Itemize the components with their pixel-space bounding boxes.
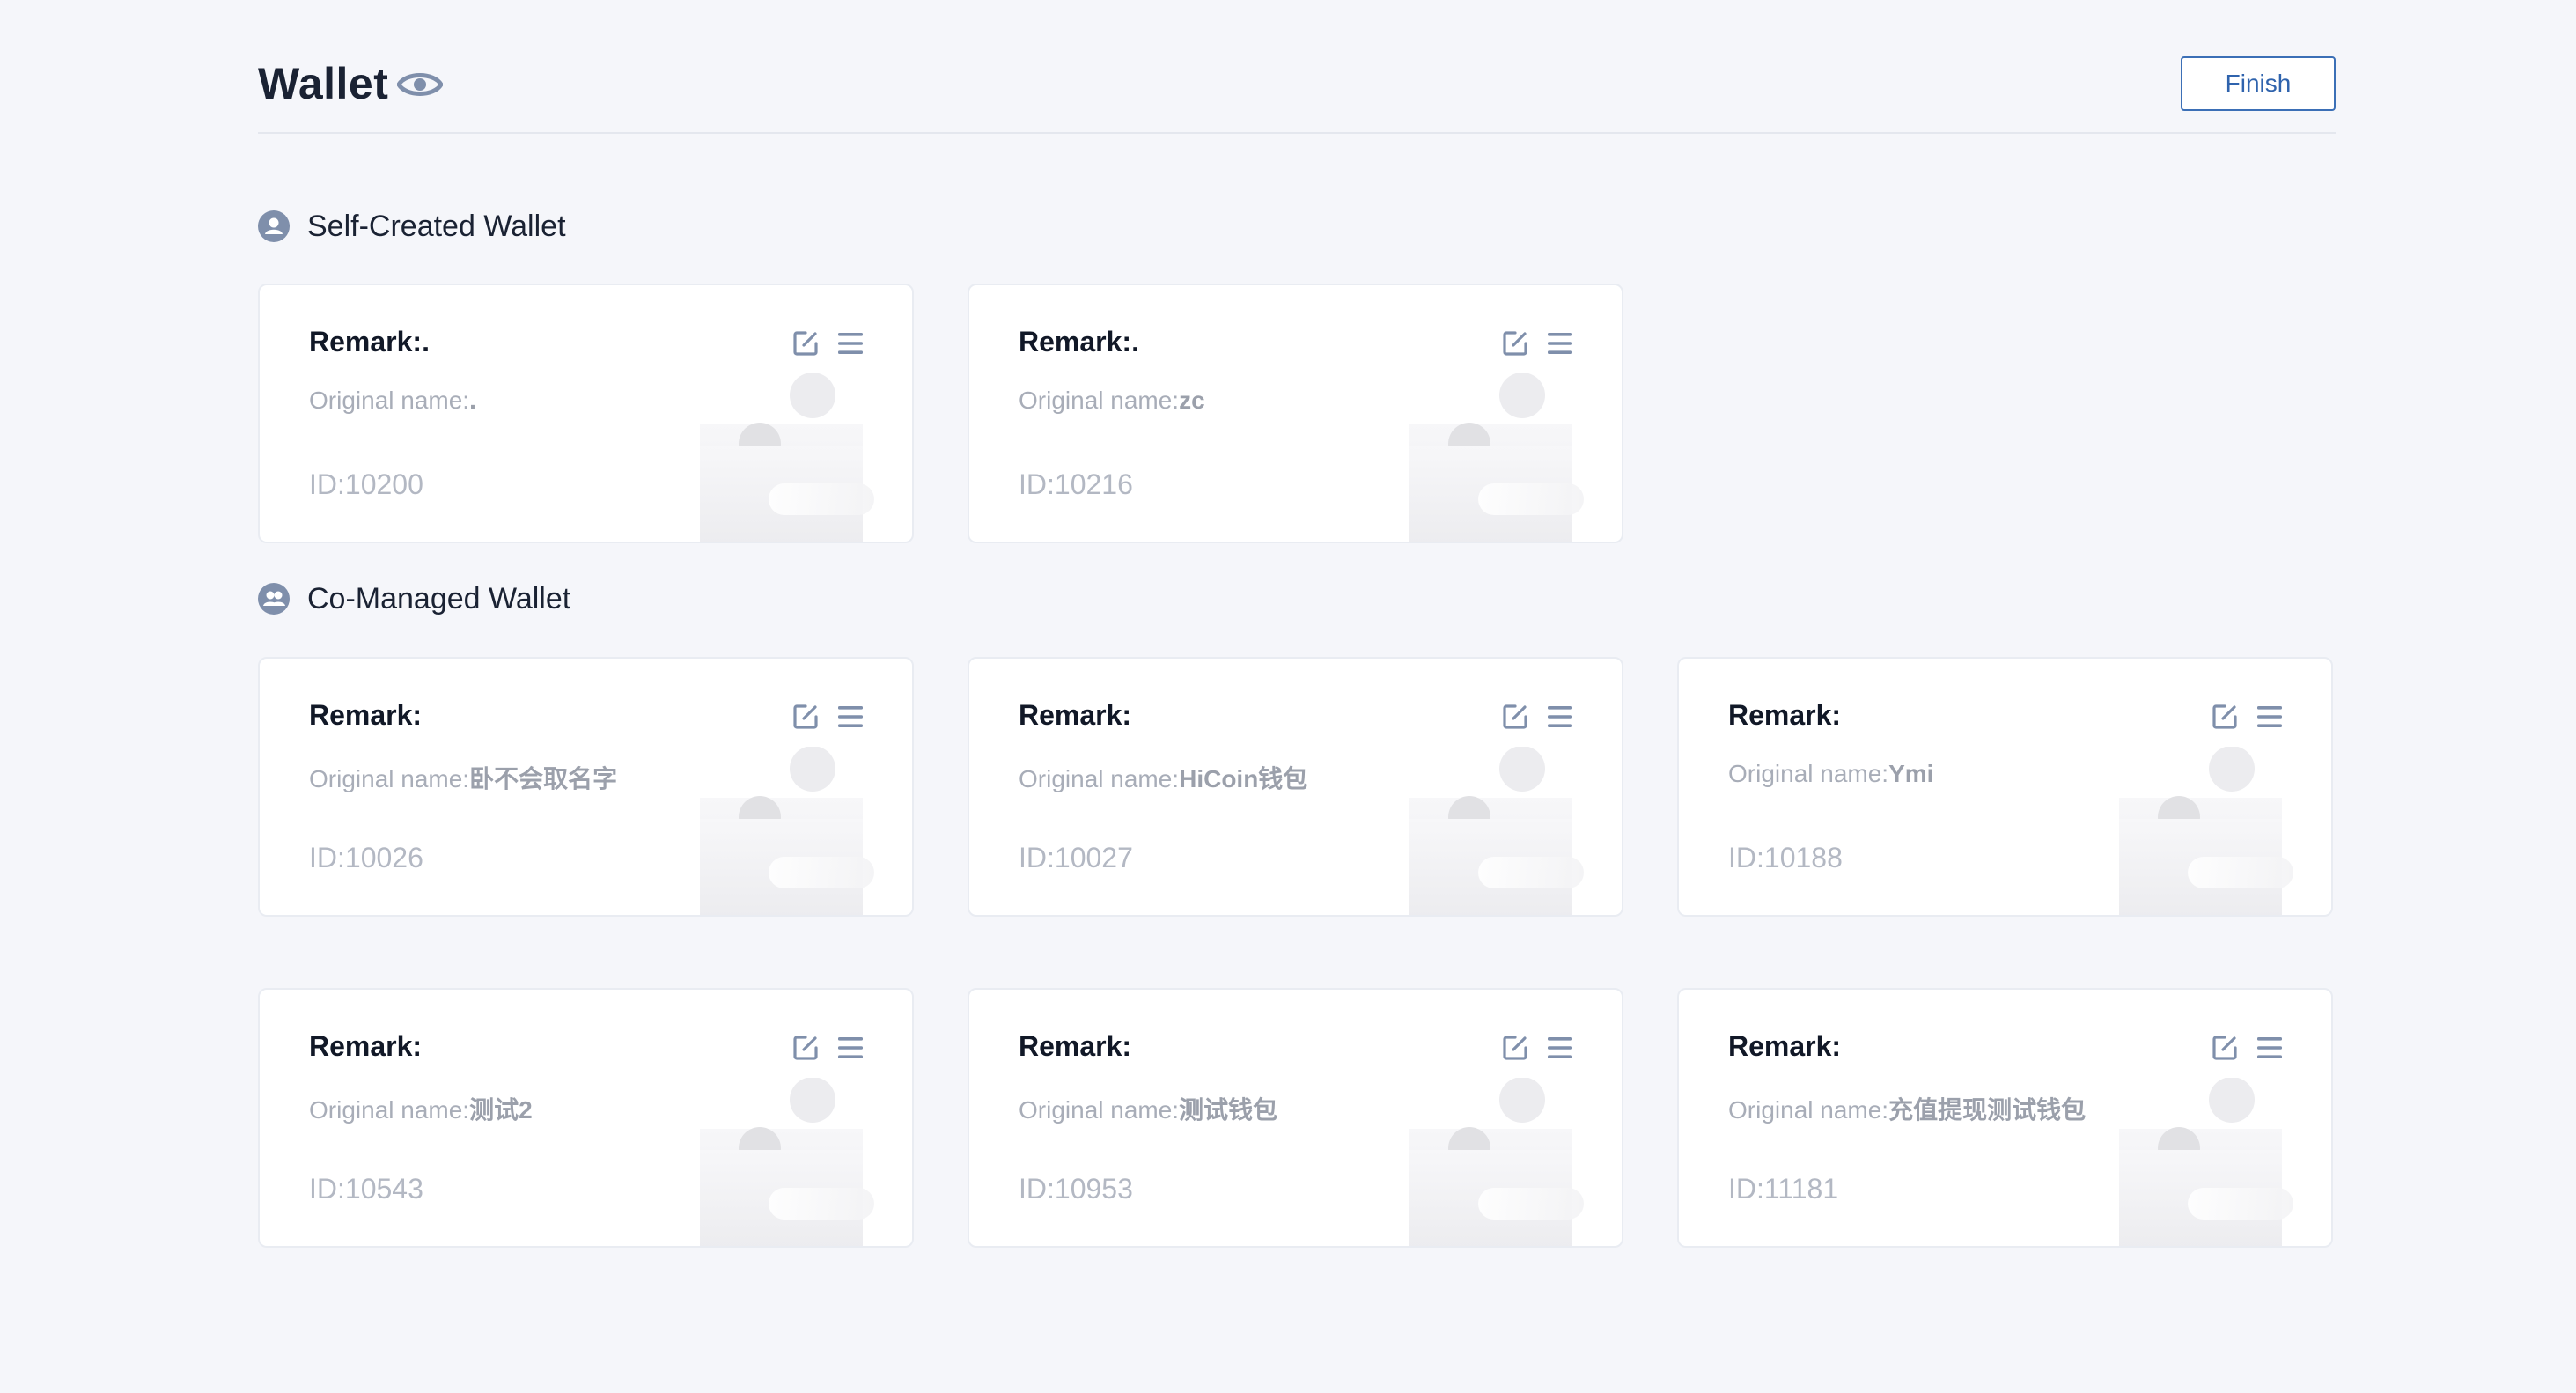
original-name-value: 卧不会取名字: [469, 765, 618, 792]
wallet-card[interactable]: Remark:. Original name:. ID:10200: [258, 284, 914, 543]
menu-icon[interactable]: [836, 1036, 865, 1060]
wallet-illustration: [1409, 747, 1584, 915]
original-name-value: Ymi: [1888, 760, 1934, 787]
wallet-page: Wallet Finish Self-Created Wallet Co-Man…: [0, 0, 2576, 1393]
wallet-remark: Remark:: [1019, 1030, 1132, 1062]
self-created-section-heading: Self-Created Wallet: [258, 205, 566, 247]
wallet-original-name: Original name:HiCoin钱包: [1019, 760, 1307, 795]
wallet-illustration: [1409, 373, 1584, 542]
wallet-original-name: Original name:充值提现测试钱包: [1728, 1091, 2086, 1126]
edit-icon[interactable]: [1501, 1034, 1529, 1062]
original-name-label: Original name:: [309, 765, 470, 792]
page-title: Wallet: [258, 59, 389, 108]
wallet-card[interactable]: Remark:. Original name:zc ID:10216: [968, 284, 1623, 543]
edit-icon[interactable]: [2211, 703, 2239, 731]
wallet-remark: Remark:: [309, 1030, 423, 1062]
wallet-id: ID:11181: [1728, 1173, 1839, 1205]
finish-button[interactable]: Finish: [2181, 56, 2336, 111]
menu-icon[interactable]: [2256, 704, 2284, 729]
wallet-card[interactable]: Remark: Original name:HiCoin钱包 ID:10027: [968, 657, 1623, 917]
wallet-remark: Remark:: [1728, 1030, 1842, 1062]
original-name-value: 充值提现测试钱包: [1888, 1096, 2087, 1124]
wallet-illustration: [700, 747, 874, 915]
wallet-remark: Remark:: [1019, 699, 1132, 731]
original-name-value: HiCoin钱包: [1179, 765, 1308, 792]
original-name-label: Original name:: [1728, 1096, 1889, 1124]
original-name-label: Original name:: [309, 1096, 470, 1124]
wallet-id: ID:10543: [309, 1173, 423, 1205]
wallet-original-name: Original name:.: [309, 387, 476, 415]
original-name-value: .: [469, 387, 476, 414]
wallet-original-name: Original name:测试钱包: [1019, 1091, 1277, 1126]
wallet-illustration: [700, 1078, 874, 1246]
page-header: Wallet Finish: [258, 55, 2336, 134]
menu-icon[interactable]: [836, 704, 865, 729]
menu-icon[interactable]: [1546, 704, 1574, 729]
menu-icon[interactable]: [836, 331, 865, 356]
menu-icon[interactable]: [1546, 331, 1574, 356]
edit-icon[interactable]: [1501, 329, 1529, 357]
wallet-illustration: [2119, 1078, 2293, 1246]
edit-icon[interactable]: [1501, 703, 1529, 731]
wallet-card[interactable]: Remark: Original name:Ymi ID:10188: [1677, 657, 2333, 917]
wallet-remark: Remark:: [1728, 699, 1842, 731]
wallet-id: ID:10200: [309, 468, 423, 500]
original-name-label: Original name:: [1019, 1096, 1180, 1124]
wallet-id: ID:10026: [309, 842, 423, 873]
original-name-value: zc: [1179, 387, 1205, 414]
original-name-value: 测试钱包: [1179, 1096, 1278, 1124]
menu-icon[interactable]: [1546, 1036, 1574, 1060]
wallet-id: ID:10216: [1019, 468, 1133, 500]
wallet-illustration: [1409, 1078, 1584, 1246]
wallet-card[interactable]: Remark: Original name:充值提现测试钱包 ID:11181: [1677, 988, 2333, 1248]
original-name-label: Original name:: [309, 387, 470, 414]
wallet-id: ID:10027: [1019, 842, 1133, 873]
wallet-original-name: Original name:测试2: [309, 1091, 533, 1126]
edit-icon[interactable]: [791, 1034, 820, 1062]
wallet-card[interactable]: Remark: Original name:测试钱包 ID:10953: [968, 988, 1623, 1248]
wallet-remark: Remark:.: [1019, 326, 1139, 357]
users-icon: [258, 583, 290, 615]
user-icon: [258, 210, 290, 242]
edit-icon[interactable]: [791, 703, 820, 731]
edit-icon[interactable]: [791, 329, 820, 357]
wallet-original-name: Original name:Ymi: [1728, 760, 1933, 788]
wallet-original-name: Original name:卧不会取名字: [309, 760, 617, 795]
wallet-card[interactable]: Remark: Original name:卧不会取名字 ID:10026: [258, 657, 914, 917]
original-name-label: Original name:: [1019, 765, 1180, 792]
wallet-id: ID:10953: [1019, 1173, 1133, 1205]
original-name-label: Original name:: [1019, 387, 1180, 414]
eye-icon[interactable]: [397, 67, 443, 102]
original-name-label: Original name:: [1728, 760, 1889, 787]
wallet-illustration: [2119, 747, 2293, 915]
edit-icon[interactable]: [2211, 1034, 2239, 1062]
wallet-id: ID:10188: [1728, 842, 1843, 873]
wallet-remark: Remark:.: [309, 326, 430, 357]
section-title: Co-Managed Wallet: [307, 581, 571, 615]
menu-icon[interactable]: [2256, 1036, 2284, 1060]
original-name-value: 测试2: [469, 1096, 533, 1124]
section-title: Self-Created Wallet: [307, 209, 566, 243]
wallet-original-name: Original name:zc: [1019, 387, 1205, 415]
wallet-illustration: [700, 373, 874, 542]
wallet-card[interactable]: Remark: Original name:测试2 ID:10543: [258, 988, 914, 1248]
co-managed-section-heading: Co-Managed Wallet: [258, 578, 570, 620]
wallet-remark: Remark:: [309, 699, 423, 731]
